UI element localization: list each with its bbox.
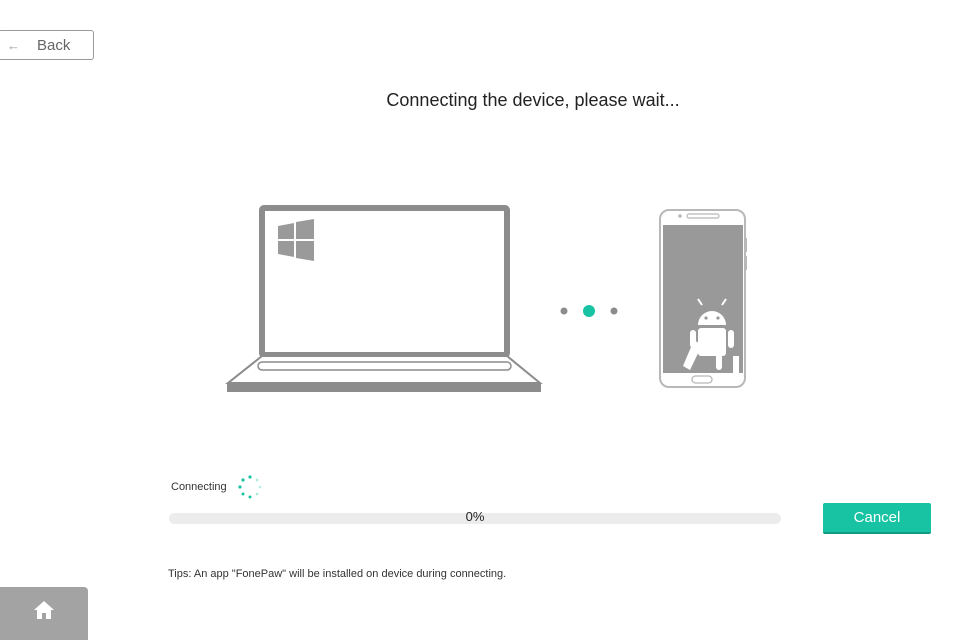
home-icon (34, 600, 54, 619)
connection-illustration (225, 205, 747, 392)
connection-dots (560, 305, 618, 317)
home-button[interactable] (0, 587, 88, 640)
loading-spinner-icon (238, 475, 261, 499)
tips-text: Tips: An app "FonePaw" will be installed… (168, 568, 507, 580)
cancel-button[interactable]: Cancel (823, 503, 931, 534)
progress-label: 0% (465, 509, 485, 524)
connection-dot (560, 307, 568, 315)
android-phone-icon (659, 209, 747, 388)
connecting-screen: ← Back Connecting the device, please wai… (0, 0, 960, 640)
connection-status: Connecting (171, 474, 263, 500)
status-text: Connecting (171, 481, 227, 493)
windows-laptop-icon (225, 205, 543, 392)
connection-dot (610, 307, 618, 315)
connection-dot-active (583, 305, 595, 317)
progress-bar: 0% (169, 509, 781, 524)
